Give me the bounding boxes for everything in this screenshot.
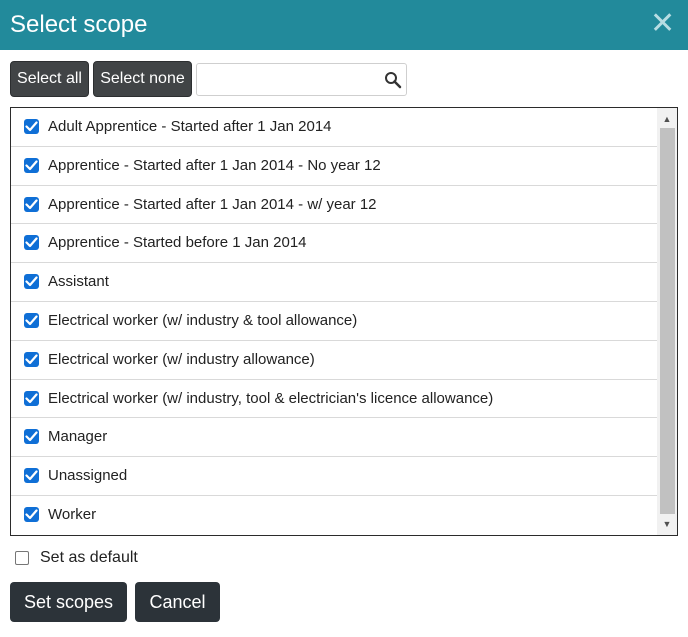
scroll-down-icon[interactable]: ▼ [657,515,677,533]
set-default-checkbox[interactable] [15,551,29,565]
dialog-title: Select scope [10,11,148,38]
scope-label: Adult Apprentice - Started after 1 Jan 2… [48,118,332,135]
scope-label: Electrical worker (w/ industry, tool & e… [48,389,494,407]
scope-label: Apprentice - Started after 1 Jan 2014 - … [48,195,377,213]
scope-row[interactable]: Apprentice - Started before 1 Jan 2014 [11,224,657,264]
scrollbar[interactable]: ▲ ▼ [657,108,677,535]
scope-label: Apprentice - Started before 1 Jan 2014 [48,234,307,252]
scope-row[interactable]: Electrical worker (w/ industry & tool al… [11,302,657,341]
scope-row[interactable]: Assistant [11,263,657,302]
close-icon[interactable]: ✕ [650,9,675,39]
scope-row[interactable]: Apprentice - Started after 1 Jan 2014 - … [11,186,657,225]
scope-row[interactable]: Manager [11,418,657,458]
scope-checkbox[interactable] [24,312,39,328]
scope-row[interactable]: Electrical worker (w/ industry, tool & e… [11,380,657,419]
dialog-header: Select scope ✕ [0,0,688,50]
set-scopes-button[interactable]: Set scopes [10,582,127,622]
scope-label: Worker [48,505,97,523]
scope-checkbox[interactable] [24,196,39,212]
scope-checkbox[interactable] [24,429,39,445]
scope-checkbox[interactable] [24,274,39,290]
scope-row[interactable]: Electrical worker (w/ industry allowance… [11,341,657,380]
scope-checkbox[interactable] [24,390,39,406]
scope-label: Electrical worker (w/ industry & tool al… [48,311,358,329]
scrollbar-thumb[interactable] [660,128,675,514]
scope-row[interactable]: Worker [11,496,657,535]
select-none-button[interactable]: Select none [93,61,192,97]
search-icon[interactable] [384,71,402,89]
scope-label: Unassigned [48,467,128,485]
select-all-button[interactable]: Select all [10,61,89,97]
search-box[interactable] [196,63,407,96]
scope-row[interactable]: Adult Apprentice - Started after 1 Jan 2… [11,108,657,147]
scope-label: Assistant [48,273,109,291]
scope-checkbox[interactable] [24,351,39,367]
scope-checkbox[interactable] [24,235,39,251]
scope-label: Manager [48,428,108,446]
set-default-label: Set as default [40,549,138,566]
scroll-up-icon[interactable]: ▲ [657,110,677,128]
scope-checkbox[interactable] [24,157,39,173]
scope-checkbox[interactable] [24,119,39,134]
scope-checkbox[interactable] [24,468,39,484]
cancel-button[interactable]: Cancel [135,582,220,622]
scope-label: Apprentice - Started after 1 Jan 2014 - … [48,156,381,174]
scope-list: Adult Apprentice - Started after 1 Jan 2… [10,107,678,536]
scope-label: Electrical worker (w/ industry allowance… [48,350,315,368]
scope-checkbox[interactable] [24,506,39,522]
scope-row[interactable]: Unassigned [11,457,657,496]
scope-row[interactable]: Apprentice - Started after 1 Jan 2014 - … [11,147,657,186]
scope-rows: Adult Apprentice - Started after 1 Jan 2… [11,108,657,535]
search-input[interactable] [201,68,381,93]
